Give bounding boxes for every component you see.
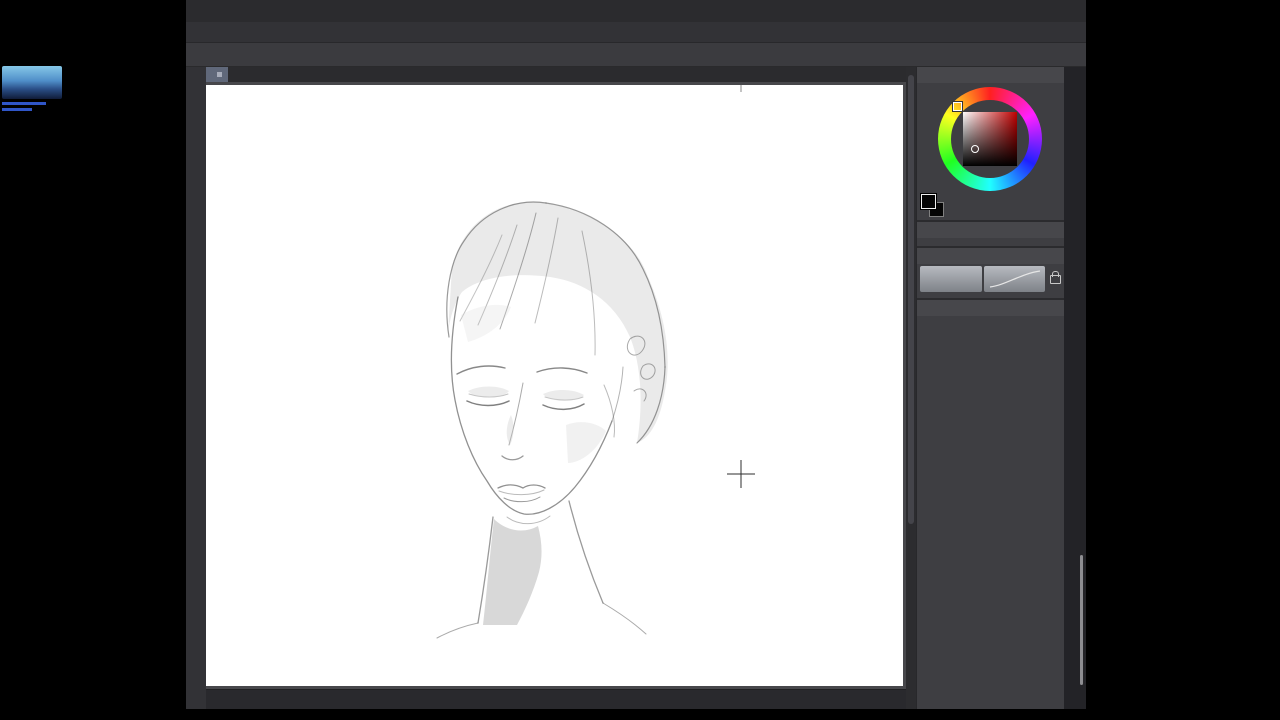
tool-properties-panel [917,248,1064,300]
vertical-scrollbar-thumb[interactable] [908,75,914,525]
document-tab-strip [206,67,906,82]
right-dock-strip [1064,67,1086,709]
stroke-preview[interactable] [983,266,1046,292]
minimize-button[interactable] [1008,0,1034,22]
left-dock-strip [186,67,206,709]
color-wheel-panel [917,67,1064,222]
thumbnail-image [2,66,62,99]
vertical-scrollbar[interactable] [906,67,916,709]
foreground-background-colors[interactable] [920,193,946,217]
canvas-area [206,82,906,689]
dock-icons [1064,67,1086,71]
saturation-value-square[interactable] [963,112,1017,166]
drawing-canvas[interactable] [206,85,903,686]
tab-close-icon[interactable] [217,72,222,77]
color-wheel-panel-header[interactable] [917,67,1064,83]
menu-bar [186,22,1086,43]
titlebar [186,0,1086,22]
color-wheel-body [917,83,1064,191]
document-tab[interactable] [206,67,228,82]
window-controls [1008,0,1086,22]
brush-size-header[interactable] [917,300,1064,316]
hue-marker[interactable] [953,102,962,111]
color-wheel-footer [917,191,1064,220]
drawing-color-row [917,238,1064,246]
sub-tool-preview[interactable] [920,266,982,292]
caption-line [2,108,32,111]
face-sketch-drawing [436,85,755,639]
clip-studio-paint-window [186,0,1086,709]
sketch-strokes [436,201,668,639]
lock-icon[interactable] [1050,270,1061,284]
caption-line [2,102,46,105]
sub-tool-preview-row [917,264,1064,294]
brush-size-panel [917,300,1064,709]
brush-size-grid [917,316,1064,318]
document-column [206,67,906,709]
foreground-color-swatch[interactable] [921,194,936,209]
tools-panel-header[interactable] [917,222,1064,238]
right-panel-column [916,67,1064,709]
maximize-button[interactable] [1034,0,1060,22]
tool-properties-header[interactable] [917,248,1064,264]
pressure-curve [989,270,1040,288]
sv-marker[interactable] [971,145,979,153]
close-button[interactable] [1060,0,1086,22]
status-bar [206,689,906,709]
video-pip-thumbnail [2,66,64,111]
tools-panel [917,222,1064,248]
toolbar [186,43,1086,67]
tool-properties-footer [917,294,1064,298]
workspace [186,67,1086,709]
dock-scrollbar-thumb[interactable] [1080,555,1083,685]
cursor-crosshair [727,460,755,488]
